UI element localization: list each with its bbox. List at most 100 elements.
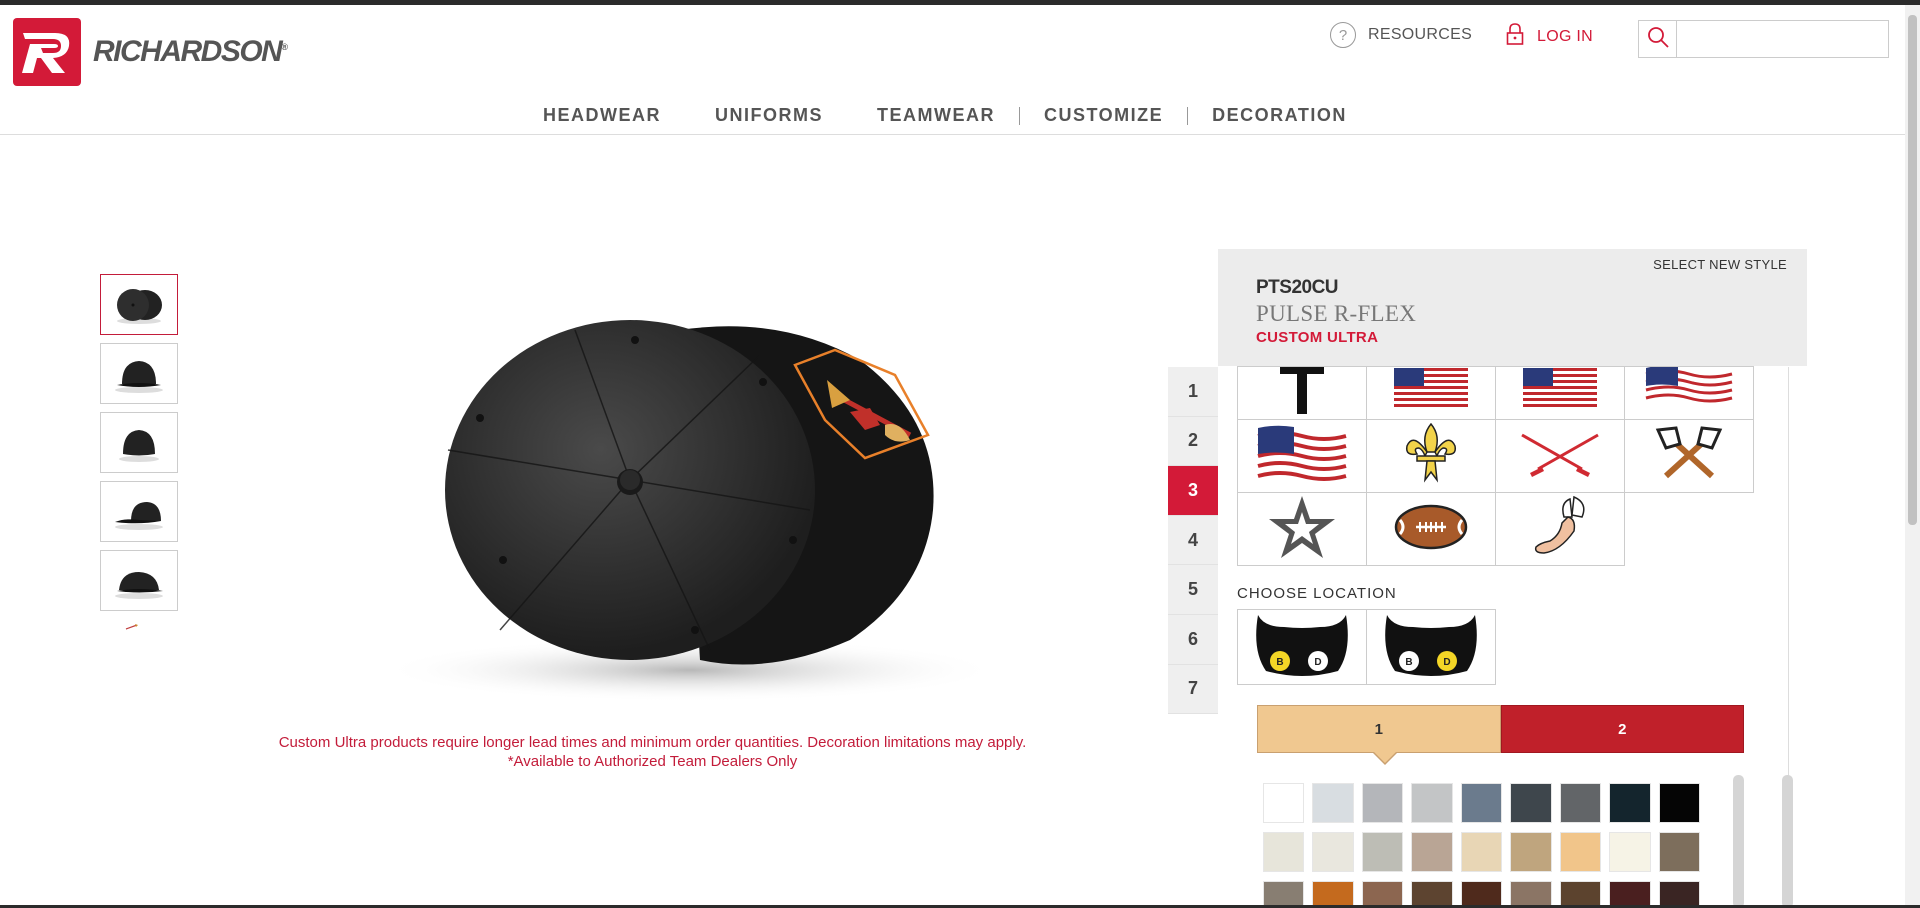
color-swatch[interactable]: [1559, 832, 1602, 872]
color-swatch[interactable]: [1263, 783, 1305, 823]
logo-option-us-flag-1[interactable]: [1366, 366, 1496, 420]
step-7[interactable]: 7: [1168, 664, 1218, 715]
nav-decoration[interactable]: DECORATION: [1212, 105, 1347, 126]
thumbnail-back-view[interactable]: [100, 412, 178, 473]
logo-option-football[interactable]: [1366, 492, 1496, 566]
logo-option-letter-t[interactable]: [1237, 366, 1367, 420]
thumbnail-logo-detail[interactable]: [124, 619, 178, 637]
color-swatch-grid: [1263, 783, 1708, 908]
color-swatch[interactable]: [1460, 783, 1503, 823]
location-b-label: B: [1276, 657, 1283, 668]
step-3[interactable]: 3: [1168, 466, 1218, 516]
cap-location-left-icon: B D: [1254, 611, 1350, 684]
nav-customize[interactable]: CUSTOMIZE: [1044, 105, 1163, 126]
choose-location-label: CHOOSE LOCATION: [1237, 585, 1397, 602]
thumbnail-front-view[interactable]: [100, 343, 178, 404]
waving-flag-icon: [1644, 367, 1734, 419]
color-swatch[interactable]: [1559, 783, 1602, 823]
login-link[interactable]: LOG IN: [1505, 22, 1593, 51]
football-icon: [1394, 504, 1468, 555]
color-swatch[interactable]: [1312, 832, 1354, 872]
color-swatch[interactable]: [1658, 881, 1700, 908]
logo-option-waving-flag-1[interactable]: [1624, 366, 1754, 420]
brand-logo[interactable]: RICHARDSON®: [13, 18, 288, 86]
thumbnail-top-view[interactable]: [100, 274, 178, 335]
page-scrollbar[interactable]: [1905, 5, 1920, 905]
swatch-scrollbar[interactable]: [1733, 775, 1744, 908]
login-label: LOG IN: [1537, 27, 1594, 45]
color-swatch[interactable]: [1609, 881, 1651, 908]
swatch-row: [1263, 783, 1708, 823]
search-box: [1638, 20, 1889, 58]
color-swatch[interactable]: [1609, 832, 1651, 872]
location-option-right[interactable]: B D: [1366, 609, 1496, 685]
select-new-style-link[interactable]: SELECT NEW STYLE: [1653, 257, 1787, 272]
panel-scrollbar[interactable]: [1782, 775, 1793, 908]
step-5[interactable]: 5: [1168, 565, 1218, 615]
logo-option-waving-flag-2[interactable]: [1237, 419, 1367, 493]
color-swatch[interactable]: [1312, 881, 1354, 908]
color-tabs: 1 2: [1257, 705, 1744, 765]
color-swatch[interactable]: [1510, 783, 1552, 823]
fleur-de-lis-icon: [1403, 422, 1459, 491]
nav-teamwear[interactable]: TEAMWEAR: [877, 105, 995, 126]
color-swatch[interactable]: [1263, 832, 1305, 872]
color-tab-2-label: 2: [1618, 720, 1627, 738]
resources-link[interactable]: ? RESOURCES: [1330, 22, 1472, 48]
nav-headwear[interactable]: HEADWEAR: [543, 105, 661, 126]
color-swatch[interactable]: [1510, 881, 1552, 908]
scrollbar-thumb[interactable]: [1908, 15, 1917, 525]
cap-location-right-icon: B D: [1383, 611, 1479, 684]
color-swatch[interactable]: [1510, 832, 1552, 872]
style-code: PTS20CU: [1256, 277, 1339, 298]
logo-mark-icon: [13, 18, 81, 86]
thumbnail-list: [100, 274, 178, 637]
nav-uniforms[interactable]: UNIFORMS: [715, 105, 823, 126]
thumbnail-profile-view[interactable]: [100, 550, 178, 611]
logo-option-us-flag-2[interactable]: [1495, 366, 1625, 420]
color-tab-2[interactable]: 2: [1500, 705, 1744, 753]
color-swatch[interactable]: [1312, 783, 1354, 823]
color-swatch[interactable]: [1559, 881, 1602, 908]
location-b-label: B: [1405, 657, 1412, 668]
location-d-label: D: [1314, 657, 1321, 668]
location-option-left[interactable]: B D: [1237, 609, 1367, 685]
style-info-panel: SELECT NEW STYLE PTS20CU PULSE R-FLEX CU…: [1218, 249, 1807, 366]
search-icon: [1646, 25, 1670, 54]
disclaimer-text: Custom Ultra products require longer lea…: [200, 733, 1105, 771]
nav-divider: [1019, 106, 1020, 125]
color-swatch[interactable]: [1609, 783, 1651, 823]
color-tab-1[interactable]: 1: [1257, 705, 1501, 765]
logo-option-crossed-axes[interactable]: [1624, 419, 1754, 493]
color-swatch[interactable]: [1460, 881, 1503, 908]
color-swatch[interactable]: [1361, 832, 1404, 872]
waving-flag-icon: [1254, 422, 1350, 491]
color-swatch[interactable]: [1361, 783, 1404, 823]
logo-option-golf-clubs[interactable]: [1495, 419, 1625, 493]
search-button[interactable]: [1639, 21, 1677, 57]
color-swatch[interactable]: [1460, 832, 1503, 872]
main-nav: HEADWEAR UNIFORMS TEAMWEAR CUSTOMIZE DEC…: [543, 105, 1401, 126]
thumbnail-side-view[interactable]: [100, 481, 178, 542]
logo-option-fleur-de-lis[interactable]: [1366, 419, 1496, 493]
logo-option-star[interactable]: [1237, 492, 1367, 566]
logo-option-winged-foot[interactable]: [1495, 492, 1625, 566]
search-input[interactable]: [1677, 21, 1888, 57]
crossed-axes-icon: [1654, 425, 1724, 487]
step-1[interactable]: 1: [1168, 367, 1218, 417]
color-swatch[interactable]: [1411, 881, 1453, 908]
swatch-row: [1263, 881, 1708, 908]
disclaimer-line-1: Custom Ultra products require longer lea…: [278, 734, 1027, 751]
logo-options-grid: [1237, 366, 1759, 566]
color-swatch[interactable]: [1658, 832, 1700, 872]
color-swatch[interactable]: [1658, 783, 1700, 823]
color-swatch[interactable]: [1411, 832, 1453, 872]
color-swatch[interactable]: [1263, 881, 1305, 908]
style-name: PULSE R-FLEX: [1256, 301, 1417, 326]
color-swatch[interactable]: [1411, 783, 1453, 823]
step-2[interactable]: 2: [1168, 416, 1218, 467]
step-4[interactable]: 4: [1168, 515, 1218, 566]
step-6[interactable]: 6: [1168, 614, 1218, 665]
location-d-label: D: [1443, 657, 1450, 668]
color-swatch[interactable]: [1361, 881, 1404, 908]
